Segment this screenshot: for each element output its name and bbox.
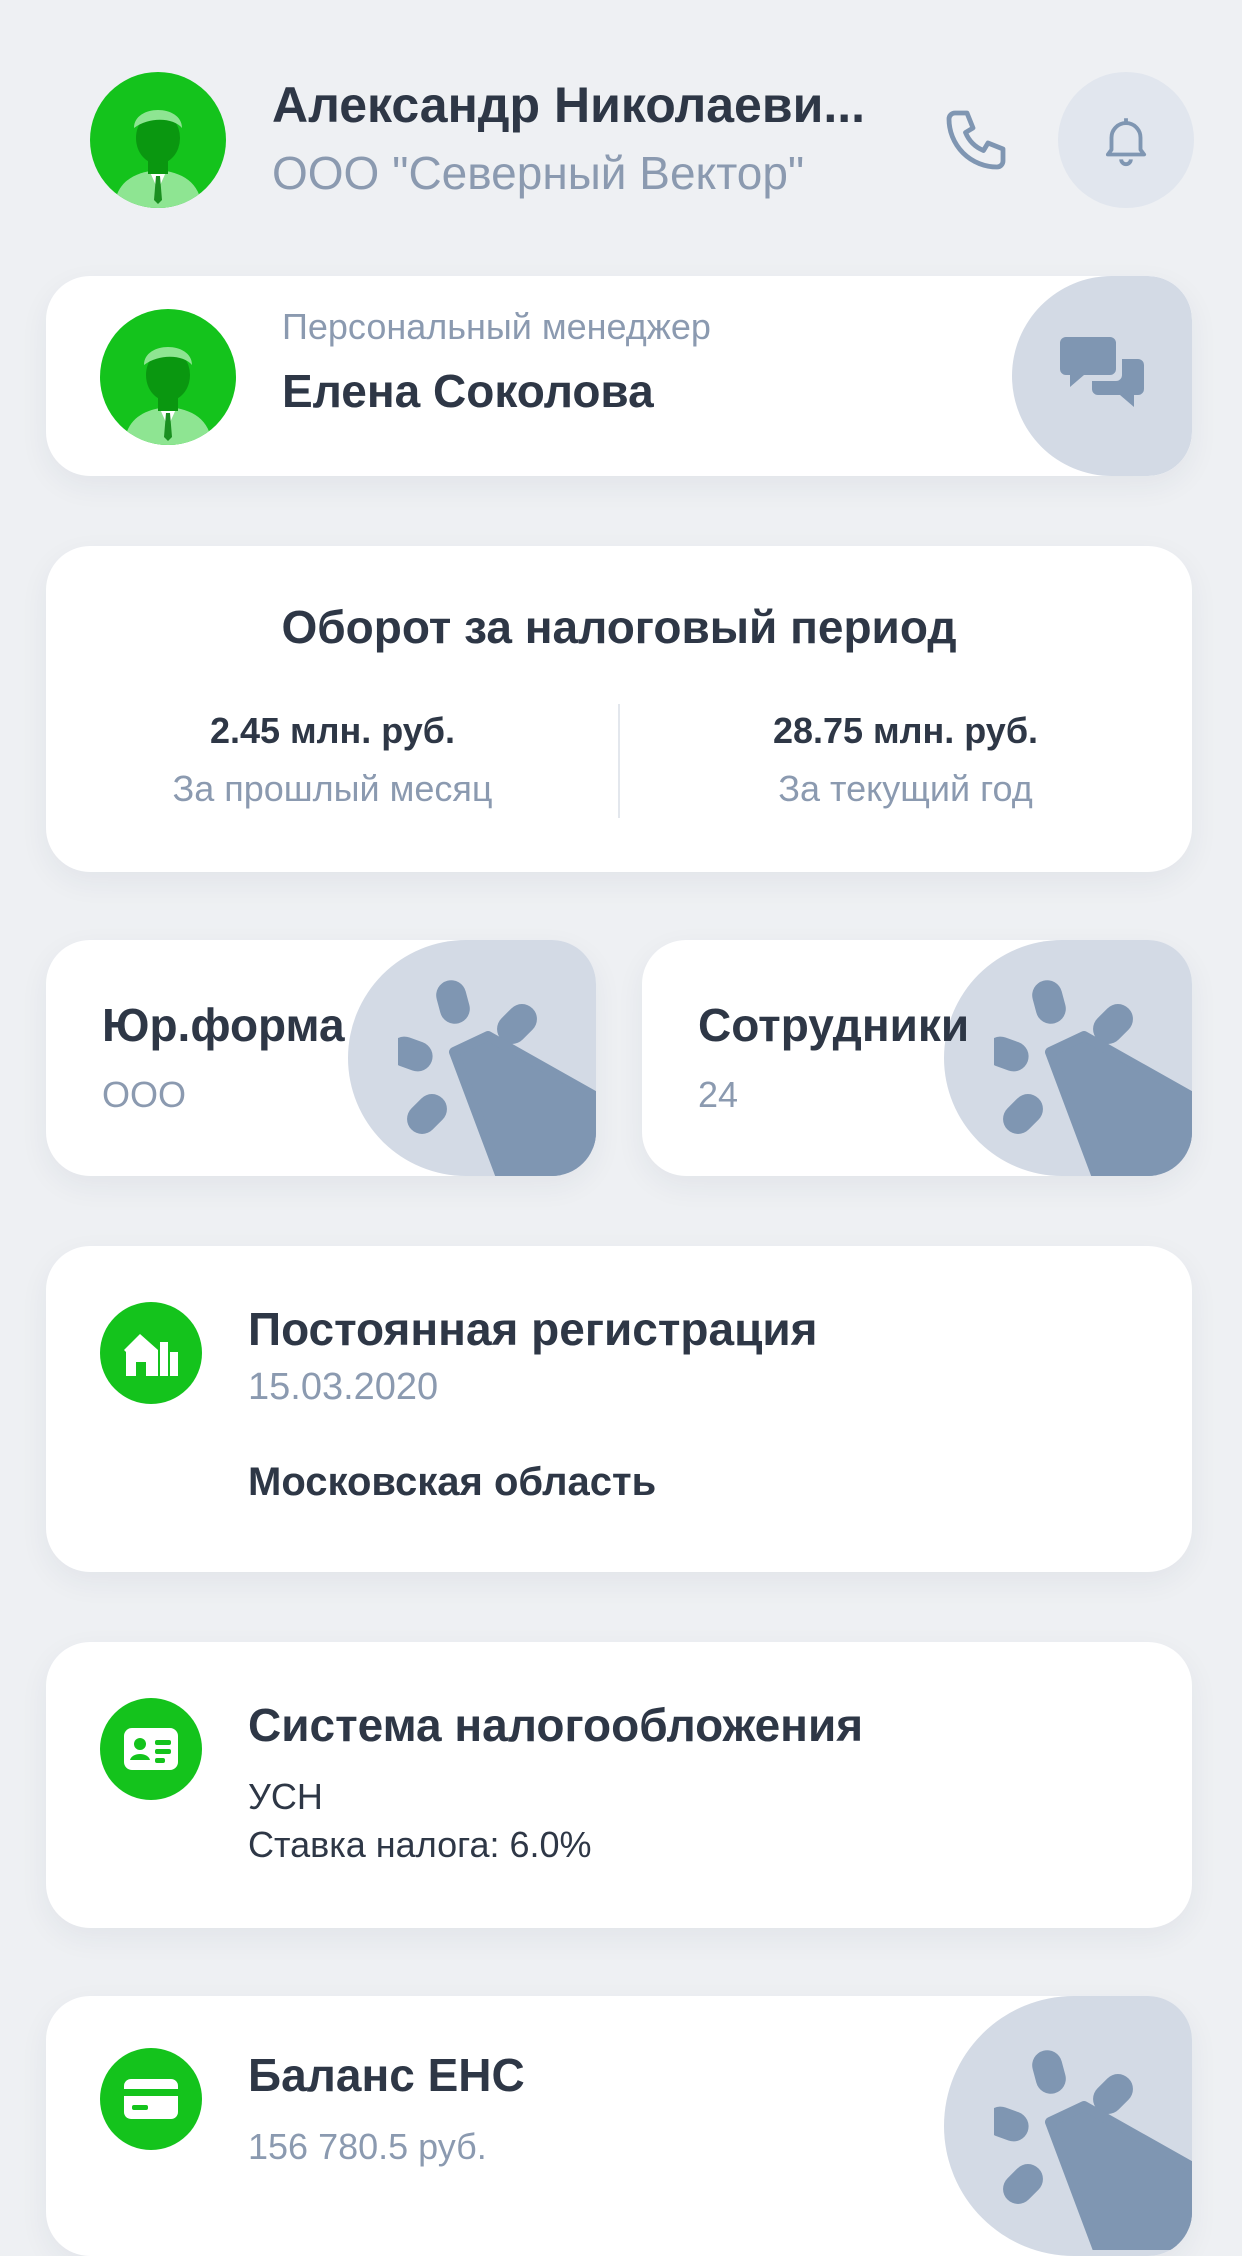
year-value: 28.75 млн. руб.: [772, 710, 1039, 751]
building-icon: [124, 1334, 178, 1376]
registration-icon-circle: [100, 1302, 202, 1404]
ens-balance-decor: [944, 1996, 1192, 2256]
chat-button[interactable]: [1012, 276, 1192, 476]
year-label: За текущий год: [778, 768, 1033, 809]
ens-balance-icon-circle: [100, 2048, 202, 2150]
turnover-title: Оборот за налоговый период: [281, 601, 957, 653]
bell-icon: [1105, 118, 1147, 167]
employees-card[interactable]: Сотрудники 24: [642, 940, 1192, 1176]
tax-system-icon-circle: [100, 1698, 202, 1800]
registration-title: Постоянная регистрация: [248, 1303, 818, 1355]
legal-form-title: Юр.форма: [102, 999, 345, 1051]
legal-form-value: ООО: [102, 1074, 187, 1115]
ens-balance-value: 156 780.5 руб.: [248, 2126, 487, 2167]
registration-card[interactable]: Постоянная регистрация 15.03.2020 Москов…: [46, 1246, 1192, 1572]
user-name[interactable]: Александр Николаеви...: [272, 76, 865, 134]
call-button[interactable]: [940, 104, 1012, 176]
chat-icon: [1060, 337, 1144, 407]
tax-system-rate: Ставка налога: 6.0%: [248, 1824, 592, 1865]
tax-system-card[interactable]: Система налогообложения УСН Ставка налог…: [46, 1642, 1192, 1928]
turnover-card: Оборот за налоговый период 2.45 млн. руб…: [46, 546, 1192, 872]
tap-icon: [994, 980, 1192, 1176]
employees-title: Сотрудники: [698, 999, 970, 1051]
ens-balance-title: Баланс ЕНС: [248, 2049, 525, 2101]
company-name: ООО "Северный Вектор": [272, 147, 805, 199]
manager-card[interactable]: Персональный менеджер Елена Соколова: [46, 276, 1192, 476]
tax-system-title: Система налогообложения: [248, 1699, 864, 1751]
header: Александр Николаеви... ООО "Северный Век…: [0, 0, 1242, 260]
registration-date: 15.03.2020: [248, 1366, 439, 1408]
legal-form-card[interactable]: Юр.форма ООО: [46, 940, 596, 1176]
tap-icon: [994, 2050, 1192, 2250]
registration-region: Московская область: [248, 1460, 657, 1504]
last-month-label: За прошлый месяц: [172, 768, 493, 809]
phone-icon: [946, 110, 1006, 170]
manager-avatar: [100, 309, 236, 445]
credit-card-icon: [124, 2079, 178, 2119]
employees-value: 24: [698, 1074, 739, 1115]
employees-decor: [944, 940, 1192, 1176]
ens-balance-card[interactable]: Баланс ЕНС 156 780.5 руб.: [46, 1996, 1192, 2256]
legal-form-decor: [348, 940, 596, 1176]
user-avatar[interactable]: [90, 72, 226, 208]
manager-avatar-icon: [124, 347, 212, 445]
tap-icon: [398, 980, 596, 1176]
last-month-value: 2.45 млн. руб.: [209, 710, 456, 751]
manager-name: Елена Соколова: [282, 365, 654, 417]
manager-label: Персональный менеджер: [282, 306, 711, 347]
notifications-button[interactable]: [1058, 72, 1194, 208]
id-card-icon: [124, 1728, 178, 1770]
tax-system-type: УСН: [248, 1776, 323, 1817]
user-avatar-icon: [114, 110, 202, 208]
